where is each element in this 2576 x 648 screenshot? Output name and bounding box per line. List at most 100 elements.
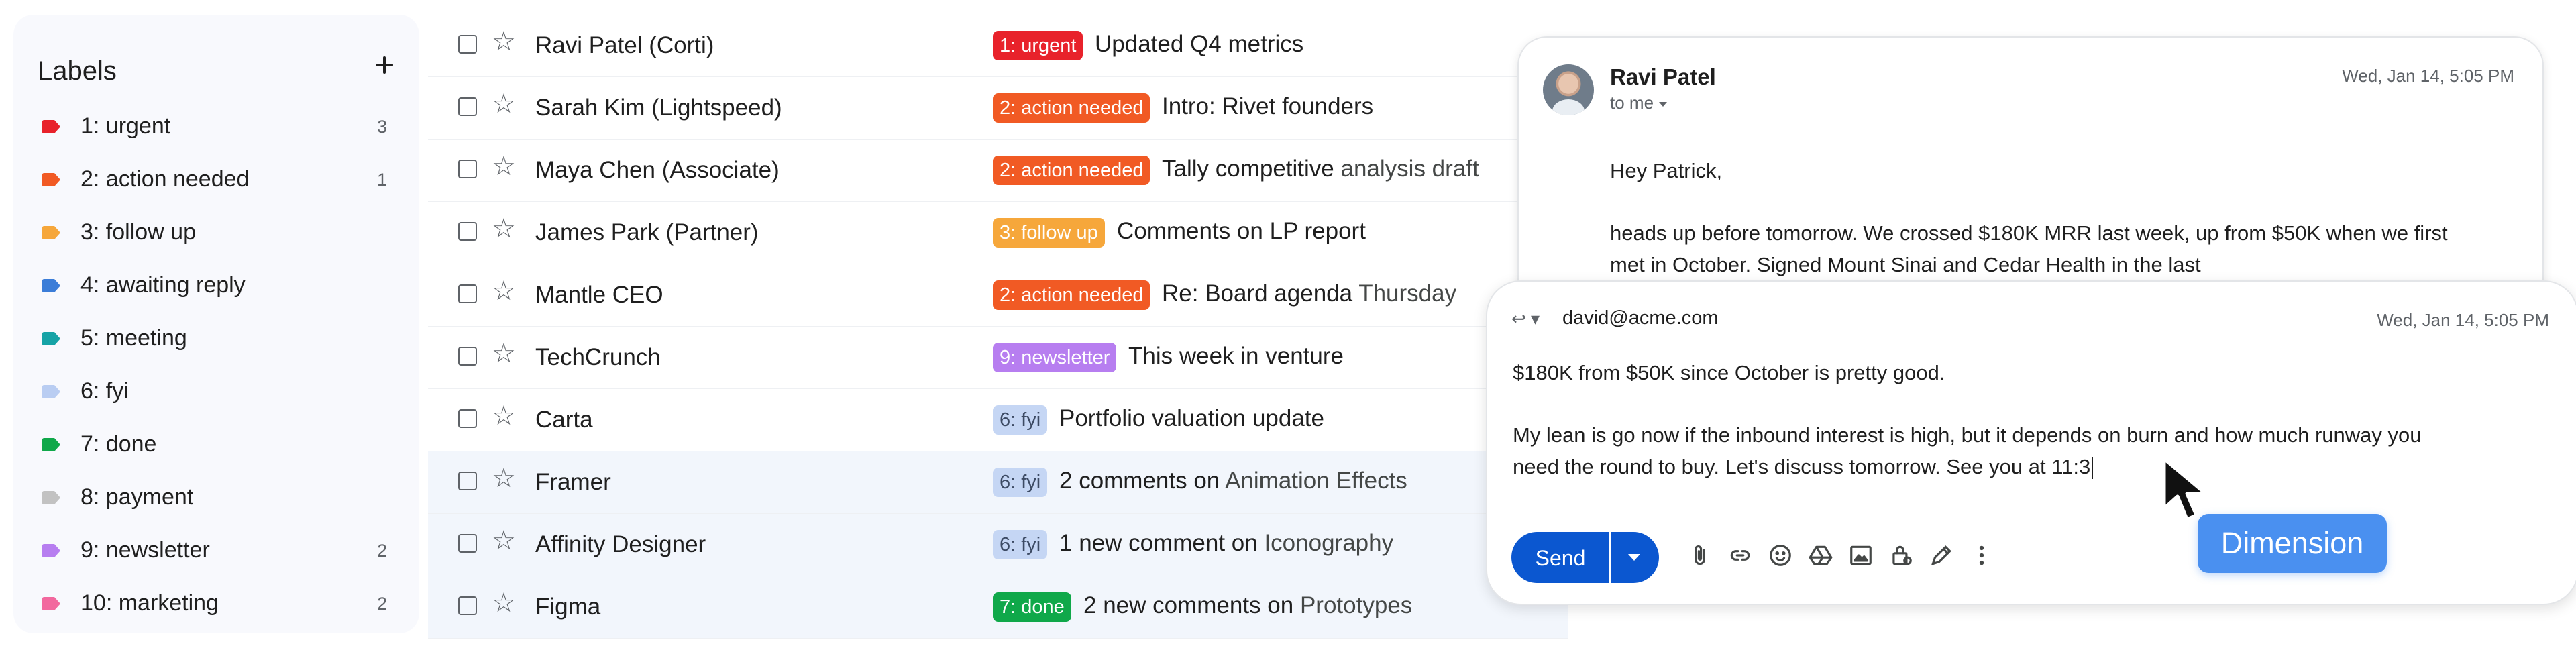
sidebar-label-item[interactable]: 1: urgent 3 bbox=[13, 101, 419, 154]
email-row[interactable]: ☆ Framer 6: fyi 2 comments on Animation Eff… bbox=[428, 451, 1568, 514]
email-label-badge[interactable]: 6: fyi bbox=[993, 405, 1048, 435]
confidential-lock-icon[interactable] bbox=[1884, 539, 1918, 572]
email-label-badge[interactable]: 2: action needed bbox=[993, 156, 1150, 185]
star-icon[interactable]: ☆ bbox=[492, 215, 516, 242]
email-subject-line: Updated Q4 metrics bbox=[1095, 31, 1303, 58]
email-row[interactable]: ☆ Figma 7: done 2 new comments on Prototype… bbox=[428, 576, 1568, 639]
email-subject: Comments on LP report bbox=[1117, 218, 1366, 244]
message-greeting: Hey Patrick, bbox=[1610, 159, 1723, 182]
email-label-badge[interactable]: 7: done bbox=[993, 592, 1071, 622]
email-subject-line: Tally competitive analysis draft bbox=[1162, 156, 1479, 182]
email-label-badge[interactable]: 2: action needed bbox=[993, 93, 1150, 123]
recipient-label: to me bbox=[1610, 93, 1654, 113]
sidebar-label-item[interactable]: 9: newsletter 2 bbox=[13, 525, 419, 578]
email-subject-line: Comments on LP report bbox=[1117, 218, 1366, 245]
star-icon[interactable]: ☆ bbox=[492, 153, 516, 180]
email-sender: Carta bbox=[535, 407, 593, 433]
star-icon[interactable]: ☆ bbox=[492, 527, 516, 554]
label-tag-icon bbox=[42, 438, 60, 451]
star-icon[interactable]: ☆ bbox=[492, 91, 516, 117]
star-icon[interactable]: ☆ bbox=[492, 590, 516, 616]
star-icon[interactable]: ☆ bbox=[492, 28, 516, 55]
emoji-icon[interactable] bbox=[1764, 539, 1797, 572]
sidebar-label-item[interactable]: 2: action needed 1 bbox=[13, 154, 419, 207]
email-row[interactable]: ☆ Sarah Kim (Lightspeed) 2: action needed I… bbox=[428, 77, 1568, 140]
more-options-icon[interactable] bbox=[1965, 539, 1998, 572]
label-name: 1: urgent bbox=[80, 113, 171, 139]
email-row[interactable]: ☆ Ravi Patel (Corti) 1: urgent Updated Q4 m… bbox=[428, 15, 1568, 77]
label-count: 3 bbox=[376, 117, 387, 137]
label-tag-icon bbox=[42, 226, 60, 239]
link-icon[interactable] bbox=[1723, 539, 1757, 572]
email-checkbox[interactable] bbox=[458, 347, 477, 366]
email-row[interactable]: ☆ Mantle CEO 2: action needed Re: Board age… bbox=[428, 264, 1568, 327]
chevron-down-icon bbox=[1659, 101, 1668, 107]
message-date: Wed, Jan 14, 5:05 PM bbox=[2342, 66, 2514, 86]
add-label-icon[interactable] bbox=[368, 48, 401, 82]
star-icon[interactable]: ☆ bbox=[492, 278, 516, 305]
email-subject: Updated Q4 metrics bbox=[1095, 31, 1304, 57]
email-label-badge[interactable]: 3: follow up bbox=[993, 218, 1105, 248]
label-name: 10: marketing bbox=[80, 590, 219, 616]
image-icon[interactable] bbox=[1844, 539, 1878, 572]
email-row[interactable]: ☆ Maya Chen (Associate) 2: action needed Ta… bbox=[428, 140, 1568, 202]
email-label-badge[interactable]: 9: newsletter bbox=[993, 343, 1117, 372]
email-row[interactable]: ☆ Carta 6: fyi Portfolio valuation update bbox=[428, 389, 1568, 451]
send-button[interactable]: Send bbox=[1511, 532, 1609, 583]
email-checkbox[interactable] bbox=[458, 160, 477, 178]
reply-recipient[interactable]: david@acme.com bbox=[1562, 307, 1719, 329]
label-count: 2 bbox=[376, 541, 387, 561]
email-label-badge[interactable]: 6: fyi bbox=[993, 468, 1048, 497]
reply-composer: ↩ ▾ david@acme.com Wed, Jan 14, 5:05 PM … bbox=[1486, 280, 2576, 605]
email-checkbox[interactable] bbox=[458, 409, 477, 428]
reply-date: Wed, Jan 14, 5:05 PM bbox=[2377, 310, 2549, 330]
email-checkbox[interactable] bbox=[458, 35, 477, 54]
email-checkbox[interactable] bbox=[458, 472, 477, 490]
email-subject-line: Portfolio valuation update bbox=[1059, 405, 1324, 432]
email-row[interactable]: ☆ Affinity Designer 6: fyi 1 new comment on… bbox=[428, 514, 1568, 576]
reply-type-icon[interactable]: ↩ ▾ bbox=[1511, 309, 1540, 329]
star-icon[interactable]: ☆ bbox=[492, 340, 516, 367]
email-subject-line: 2 new comments on Prototypes bbox=[1083, 592, 1412, 619]
label-tag-icon bbox=[42, 173, 60, 186]
signature-pen-icon[interactable] bbox=[1925, 539, 1958, 572]
attach-icon[interactable] bbox=[1683, 539, 1717, 572]
label-name: 4: awaiting reply bbox=[80, 272, 246, 298]
star-icon[interactable]: ☆ bbox=[492, 465, 516, 492]
email-checkbox[interactable] bbox=[458, 97, 477, 116]
label-name: 5: meeting bbox=[80, 325, 187, 351]
email-checkbox[interactable] bbox=[458, 284, 477, 303]
email-snippet: analysis draft bbox=[1340, 156, 1479, 182]
reply-body-input[interactable]: $180K from $50K since October is pretty … bbox=[1513, 357, 2438, 482]
label-tag-icon bbox=[42, 120, 60, 133]
email-subject-line: 1 new comment on Iconography bbox=[1059, 530, 1393, 557]
label-count: 2 bbox=[376, 594, 387, 614]
label-count: 1 bbox=[376, 170, 387, 190]
sidebar-label-item[interactable]: 8: payment bbox=[13, 472, 419, 525]
email-sender: TechCrunch bbox=[535, 344, 661, 370]
email-subject: Portfolio valuation update bbox=[1059, 405, 1324, 431]
email-checkbox[interactable] bbox=[458, 596, 477, 615]
email-row[interactable]: ☆ James Park (Partner) 3: follow up Comment… bbox=[428, 202, 1568, 264]
email-sender: Framer bbox=[535, 469, 611, 495]
drive-icon[interactable] bbox=[1804, 539, 1837, 572]
label-tag-icon bbox=[42, 385, 60, 398]
email-subject: Tally competitive bbox=[1162, 156, 1334, 182]
send-options-button[interactable] bbox=[1611, 532, 1659, 583]
sidebar-label-item[interactable]: 3: follow up bbox=[13, 207, 419, 260]
star-icon[interactable]: ☆ bbox=[492, 402, 516, 429]
sidebar-label-item[interactable]: 4: awaiting reply bbox=[13, 260, 419, 313]
email-row[interactable]: ☆ TechCrunch 9: newsletter This week in ven… bbox=[428, 327, 1568, 389]
email-checkbox[interactable] bbox=[458, 534, 477, 553]
sidebar-label-item[interactable]: 6: fyi bbox=[13, 366, 419, 419]
email-label-badge[interactable]: 1: urgent bbox=[993, 31, 1083, 60]
sidebar-label-item[interactable]: 10: marketing 2 bbox=[13, 578, 419, 631]
recipient-dropdown[interactable]: to me bbox=[1610, 93, 1668, 113]
email-subject-line: Re: Board agenda Thursday bbox=[1162, 280, 1456, 307]
email-label-badge[interactable]: 2: action needed bbox=[993, 280, 1150, 310]
reply-line-2: My lean is go now if the inbound interes… bbox=[1513, 423, 2422, 478]
sidebar-label-item[interactable]: 5: meeting bbox=[13, 313, 419, 366]
email-label-badge[interactable]: 6: fyi bbox=[993, 530, 1048, 559]
email-checkbox[interactable] bbox=[458, 222, 477, 241]
sidebar-label-item[interactable]: 7: done bbox=[13, 419, 419, 472]
